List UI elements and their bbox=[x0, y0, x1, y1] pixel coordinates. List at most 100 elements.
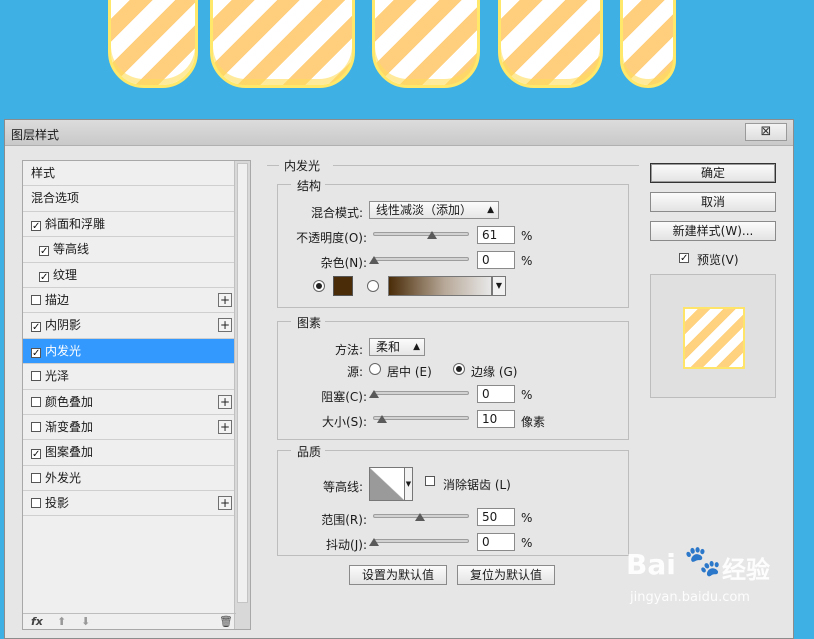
plus-icon[interactable]: + bbox=[218, 419, 232, 434]
gradient-dropdown-icon[interactable]: ▼ bbox=[492, 276, 506, 296]
size-slider-handle[interactable] bbox=[377, 415, 387, 423]
style-checkbox[interactable] bbox=[31, 421, 41, 432]
letter-shape bbox=[108, 0, 198, 88]
opacity-slider[interactable] bbox=[373, 232, 469, 236]
preview-checkbox[interactable]: ✓ bbox=[679, 253, 689, 264]
size-slider[interactable] bbox=[373, 416, 469, 420]
source-edge-label: 边缘 (G) bbox=[471, 365, 518, 379]
source-center-radio[interactable] bbox=[369, 363, 381, 375]
choke-unit: % bbox=[521, 388, 533, 402]
style-item[interactable]: ✓ 等高线 bbox=[23, 237, 236, 263]
style-item[interactable]: 外发光 bbox=[23, 466, 236, 492]
inner-glow-settings: 内发光 结构 混合模式: 线性减淡（添加） ▲ 不透明度(O): 61 % 杂色… bbox=[267, 159, 639, 630]
plus-icon[interactable]: + bbox=[218, 292, 232, 307]
style-item[interactable]: 颜色叠加 + bbox=[23, 390, 236, 415]
plus-icon[interactable]: + bbox=[218, 318, 232, 333]
range-slider-handle[interactable] bbox=[415, 513, 425, 521]
style-checkbox[interactable] bbox=[31, 371, 41, 382]
solid-color-radio[interactable] bbox=[313, 280, 325, 292]
styles-header[interactable]: 样式 bbox=[23, 161, 236, 187]
style-item[interactable]: 光泽 bbox=[23, 364, 236, 390]
divider bbox=[277, 184, 291, 185]
style-item[interactable]: ✓ 内阴影 + bbox=[23, 313, 236, 339]
fx-button[interactable]: fx bbox=[31, 615, 43, 628]
antialias-label: 消除锯齿 (L) bbox=[443, 478, 511, 492]
ok-button[interactable]: 确定 bbox=[650, 163, 776, 183]
gradient-radio[interactable] bbox=[367, 280, 379, 292]
new-style-button[interactable]: 新建样式(W)... bbox=[650, 221, 776, 241]
style-checkbox[interactable]: ✓ bbox=[39, 246, 49, 257]
choke-slider-handle[interactable] bbox=[369, 390, 379, 398]
make-default-button[interactable]: 设置为默认值 bbox=[349, 565, 447, 585]
style-item-label: 投影 bbox=[45, 496, 70, 511]
size-input[interactable]: 10 bbox=[477, 410, 515, 428]
scroll-thumb[interactable] bbox=[237, 163, 248, 603]
style-checkbox[interactable]: ✓ bbox=[39, 271, 49, 282]
style-item[interactable]: 投影 + bbox=[23, 491, 236, 517]
style-checkbox[interactable] bbox=[31, 396, 41, 407]
opacity-slider-handle[interactable] bbox=[427, 231, 437, 239]
plus-icon[interactable]: + bbox=[218, 496, 232, 511]
style-item[interactable]: ✓ 内发光 bbox=[23, 338, 236, 365]
opacity-input[interactable]: 61 bbox=[477, 226, 515, 244]
trash-icon[interactable]: 🗑 bbox=[219, 615, 233, 628]
styles-scrollbar[interactable] bbox=[234, 161, 250, 629]
move-down-icon[interactable]: ⬇ bbox=[81, 615, 90, 628]
contour-label: 等高线: bbox=[322, 480, 363, 494]
style-item-label: 等高线 bbox=[53, 242, 90, 257]
reset-default-button[interactable]: 复位为默认值 bbox=[457, 565, 555, 585]
choke-label: 阻塞(C): bbox=[321, 390, 367, 404]
choke-slider[interactable] bbox=[373, 391, 469, 395]
size-label: 大小(S): bbox=[321, 415, 367, 429]
updown-arrow-icon: ▲ bbox=[487, 205, 494, 215]
glow-color-swatch[interactable] bbox=[333, 276, 353, 296]
divider bbox=[325, 321, 629, 322]
style-item[interactable]: ✓ 纹理 bbox=[23, 263, 236, 288]
gradient-picker[interactable] bbox=[388, 276, 492, 296]
noise-input[interactable]: 0 bbox=[477, 251, 515, 269]
noise-slider[interactable] bbox=[373, 257, 469, 261]
jitter-slider-handle[interactable] bbox=[369, 538, 379, 546]
styles-footer: fx ⬆ ⬇ 🗑 bbox=[23, 613, 236, 629]
style-item-label: 内发光 bbox=[45, 343, 82, 358]
method-select[interactable]: 柔和 ▲ bbox=[369, 338, 425, 356]
style-checkbox[interactable]: ✓ bbox=[31, 220, 41, 231]
source-edge-radio[interactable] bbox=[453, 363, 465, 375]
close-button[interactable]: ⊠ bbox=[745, 123, 787, 141]
blend-mode-select[interactable]: 线性减淡（添加） ▲ bbox=[369, 201, 499, 219]
style-checkbox[interactable] bbox=[31, 294, 41, 305]
styles-header-label: 样式 bbox=[31, 166, 56, 180]
contour-picker[interactable] bbox=[369, 467, 405, 501]
noise-slider-handle[interactable] bbox=[369, 256, 379, 264]
updown-arrow-icon: ▲ bbox=[413, 342, 420, 352]
style-item[interactable]: 渐变叠加 + bbox=[23, 415, 236, 441]
style-item[interactable]: ✓ 斜面和浮雕 bbox=[23, 212, 236, 238]
letter-shape bbox=[372, 0, 480, 88]
style-checkbox[interactable]: ✓ bbox=[31, 449, 41, 460]
style-checkbox[interactable] bbox=[31, 498, 41, 509]
jitter-input[interactable]: 0 bbox=[477, 533, 515, 551]
style-checkbox[interactable]: ✓ bbox=[31, 347, 41, 358]
plus-icon[interactable]: + bbox=[218, 394, 232, 409]
cancel-button[interactable]: 取消 bbox=[650, 192, 776, 212]
style-item[interactable]: ✓ 图案叠加 bbox=[23, 440, 236, 466]
range-label: 范围(R): bbox=[321, 513, 367, 527]
style-checkbox[interactable] bbox=[31, 472, 41, 483]
move-up-icon[interactable]: ⬆ bbox=[57, 615, 66, 628]
range-input[interactable]: 50 bbox=[477, 508, 515, 526]
elements-title: 图素 bbox=[297, 316, 322, 330]
style-checkbox[interactable]: ✓ bbox=[31, 322, 41, 333]
letter-shape bbox=[498, 0, 603, 88]
style-item[interactable]: 描边 + bbox=[23, 288, 236, 314]
blend-mode-label: 混合模式: bbox=[310, 206, 363, 220]
antialias-checkbox[interactable] bbox=[425, 476, 435, 486]
contour-dropdown-icon[interactable]: ▼ bbox=[405, 467, 413, 501]
choke-input[interactable]: 0 bbox=[477, 385, 515, 403]
background-artwork bbox=[0, 0, 814, 120]
source-center-label: 居中 (E) bbox=[387, 365, 432, 379]
jitter-unit: % bbox=[521, 536, 533, 550]
jitter-slider[interactable] bbox=[373, 539, 469, 543]
style-item-label: 渐变叠加 bbox=[45, 419, 94, 434]
style-item[interactable]: 混合选项 bbox=[23, 186, 236, 212]
divider bbox=[333, 165, 639, 166]
